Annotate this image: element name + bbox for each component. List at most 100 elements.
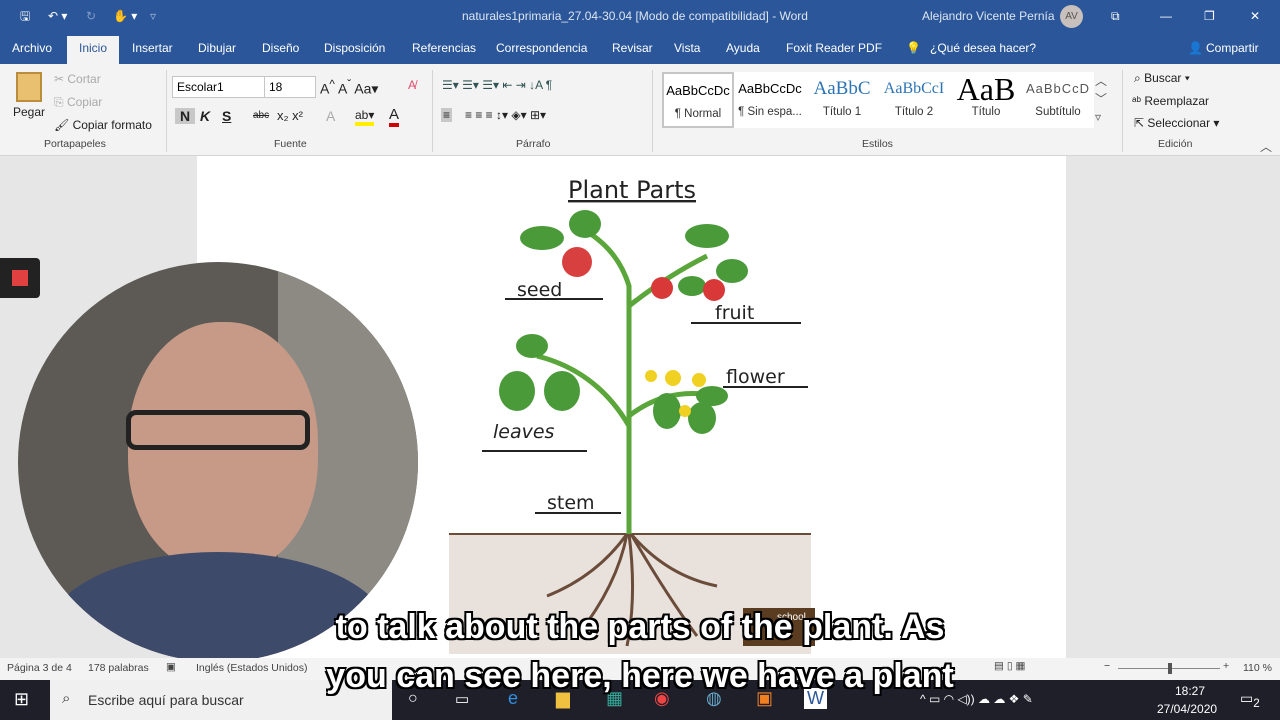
cut-button[interactable]: ✂ Cortar bbox=[54, 72, 101, 86]
tab-inicio[interactable]: Inicio bbox=[67, 36, 119, 64]
ribbon-display-icon[interactable]: ⧉ bbox=[1111, 0, 1120, 32]
tab-archivo[interactable]: Archivo bbox=[4, 36, 60, 64]
share-button[interactable]: Compartir bbox=[1198, 36, 1267, 64]
highlight-icon[interactable]: ab▾ bbox=[355, 108, 375, 126]
bullets-icons[interactable]: ☰▾ ☰▾ ☰▾ ⇤ ⇥ ↓A ¶ bbox=[442, 78, 552, 92]
label-fruit: fruit bbox=[715, 302, 754, 324]
redo-icon[interactable]: ↻ bbox=[86, 0, 96, 32]
clear-format-icon[interactable]: A̸ bbox=[408, 78, 416, 92]
group-label-styles: Estilos bbox=[862, 138, 893, 150]
style-heading-2[interactable]: AaBbCcI Título 2 bbox=[878, 72, 950, 128]
style-normal[interactable]: AaBbCcDc ¶ Normal bbox=[662, 72, 734, 128]
tab-vista[interactable]: Vista bbox=[666, 36, 708, 64]
tab-dibujar[interactable]: Dibujar bbox=[190, 36, 244, 64]
style-name: Subtítulo bbox=[1035, 106, 1081, 118]
subscript-superscript-icons[interactable]: x₂ x² bbox=[277, 108, 303, 123]
user-name[interactable]: Alejandro Vicente Pernía bbox=[922, 0, 1055, 32]
save-icon[interactable]: 🖫 bbox=[20, 0, 30, 32]
underline-button[interactable]: S bbox=[222, 108, 231, 124]
bold-button[interactable]: N bbox=[175, 108, 195, 124]
divider bbox=[652, 70, 653, 152]
strikethrough-button[interactable]: abc bbox=[253, 110, 269, 121]
tab-ayuda[interactable]: Ayuda bbox=[718, 36, 768, 64]
style-no-spacing[interactable]: AaBbCcDc ¶ Sin espa... bbox=[734, 72, 806, 128]
label-leaves: leaves bbox=[493, 421, 555, 443]
paste-button[interactable]: Pegar bbox=[13, 105, 45, 119]
font-name-select[interactable]: Escolar1 bbox=[172, 76, 266, 98]
document-title: Plant Parts bbox=[568, 176, 696, 204]
style-subtitle[interactable]: AaBbCcD Subtítulo bbox=[1022, 72, 1094, 128]
glasses bbox=[126, 410, 310, 450]
ribbon: Pegar ✂ Cortar ⎘ Copiar 🖌 Copiar formato… bbox=[0, 64, 1280, 156]
subtitle-line-2: you can see here, here we have a plant bbox=[326, 657, 954, 695]
stop-icon bbox=[12, 270, 28, 286]
style-title[interactable]: AaB Título bbox=[950, 72, 1022, 128]
align-buttons[interactable]: ≡ ≡ ≡ ↕▾ ◈▾ ⊞▾ bbox=[465, 108, 546, 122]
group-label-clipboard: Portapapeles bbox=[44, 138, 106, 150]
tab-disposicion[interactable]: Disposición bbox=[316, 36, 393, 64]
styles-scroll-buttons[interactable]: ︿ ﹀ ▿ bbox=[1095, 72, 1107, 126]
style-preview: AaBbC bbox=[813, 78, 871, 99]
replace-button[interactable]: ᵃᵇ Reemplazar bbox=[1132, 94, 1209, 108]
align-left-button[interactable]: ≡ bbox=[441, 108, 453, 122]
group-label-editing: Edición bbox=[1158, 138, 1193, 150]
tell-me-input[interactable]: ¿Qué desea hacer? bbox=[922, 36, 1044, 64]
divider bbox=[432, 70, 433, 152]
italic-button[interactable]: K bbox=[200, 108, 210, 124]
find-button[interactable]: ⌕ Buscar ▾ bbox=[1134, 71, 1190, 86]
style-name: ¶ Normal bbox=[674, 108, 722, 120]
group-label-font: Fuente bbox=[274, 138, 307, 150]
divider bbox=[166, 70, 167, 152]
label-stem: stem bbox=[547, 492, 595, 514]
record-stop-button[interactable] bbox=[0, 258, 40, 298]
tab-revisar[interactable]: Revisar bbox=[604, 36, 661, 64]
style-name: Título bbox=[971, 106, 1001, 118]
copy-button[interactable]: ⎘ Copiar bbox=[54, 95, 102, 110]
subtitle-line-1: to talk about the parts of the plant. As bbox=[335, 608, 945, 646]
tab-diseno[interactable]: Diseño bbox=[254, 36, 307, 64]
style-name: ¶ Sin espa... bbox=[738, 106, 802, 118]
collapse-ribbon-icon[interactable]: ︿ bbox=[1260, 138, 1272, 155]
style-preview: AaBbCcDc bbox=[738, 81, 802, 96]
close-button[interactable]: ✕ bbox=[1250, 0, 1260, 32]
avatar[interactable]: AV bbox=[1060, 5, 1083, 28]
group-label-paragraph: Párrafo bbox=[516, 138, 551, 150]
title-bar: 🖫 ↶ ▾ ↻ ✋ ▾ ▿ naturales1primaria_27.04-3… bbox=[0, 0, 1280, 32]
font-color-icon[interactable]: A bbox=[389, 106, 400, 127]
format-painter-button[interactable]: 🖌 Copiar formato bbox=[54, 118, 152, 132]
tab-referencias[interactable]: Referencias bbox=[404, 36, 484, 64]
restore-button[interactable]: ❐ bbox=[1204, 0, 1215, 32]
style-heading-1[interactable]: AaBbC Título 1 bbox=[806, 72, 878, 128]
style-preview: AaBbCcI bbox=[883, 80, 945, 97]
style-name: Título 1 bbox=[822, 106, 862, 118]
touch-mode-icon[interactable]: ✋ ▾ bbox=[113, 0, 137, 32]
webcam-overlay bbox=[18, 262, 418, 662]
grow-font-icon[interactable]: A^ Aˇ Aa▾ bbox=[320, 78, 378, 98]
divider bbox=[1122, 70, 1123, 152]
style-name: Título 2 bbox=[894, 106, 934, 118]
copy-label: Copiar bbox=[66, 95, 103, 109]
replace-label: Reemplazar bbox=[1144, 94, 1210, 108]
label-seed: seed bbox=[517, 279, 562, 301]
clock-date[interactable]: 27/04/2020 bbox=[1157, 702, 1217, 716]
undo-icon[interactable]: ↶ ▾ bbox=[48, 0, 67, 32]
paste-icon[interactable] bbox=[16, 72, 42, 102]
select-button[interactable]: ⇱ Seleccionar ▾ bbox=[1134, 116, 1219, 130]
text-effects-icon[interactable]: A bbox=[326, 108, 335, 124]
format-painter-label: Copiar formato bbox=[72, 118, 152, 132]
cut-label: Cortar bbox=[67, 72, 101, 86]
tab-foxit[interactable]: Foxit Reader PDF bbox=[778, 36, 890, 64]
tab-insertar[interactable]: Insertar bbox=[124, 36, 181, 64]
ribbon-tabs: Archivo Inicio Insertar Dibujar Diseño D… bbox=[0, 32, 1280, 64]
tab-correspondencia[interactable]: Correspondencia bbox=[488, 36, 595, 64]
font-size-select[interactable]: 18 bbox=[264, 76, 316, 98]
select-label: Seleccionar bbox=[1147, 116, 1211, 130]
style-preview: AaB bbox=[956, 72, 1016, 106]
label-flower: flower bbox=[726, 366, 785, 388]
minimize-button[interactable]: — bbox=[1160, 0, 1172, 32]
find-label: Buscar bbox=[1144, 71, 1182, 85]
window-title: naturales1primaria_27.04-30.04 [Modo de … bbox=[462, 9, 808, 23]
notification-count: 2 bbox=[1253, 696, 1260, 710]
style-preview: AaBbCcDc bbox=[666, 83, 730, 98]
customize-toolbar-icon[interactable]: ▿ bbox=[150, 0, 156, 32]
